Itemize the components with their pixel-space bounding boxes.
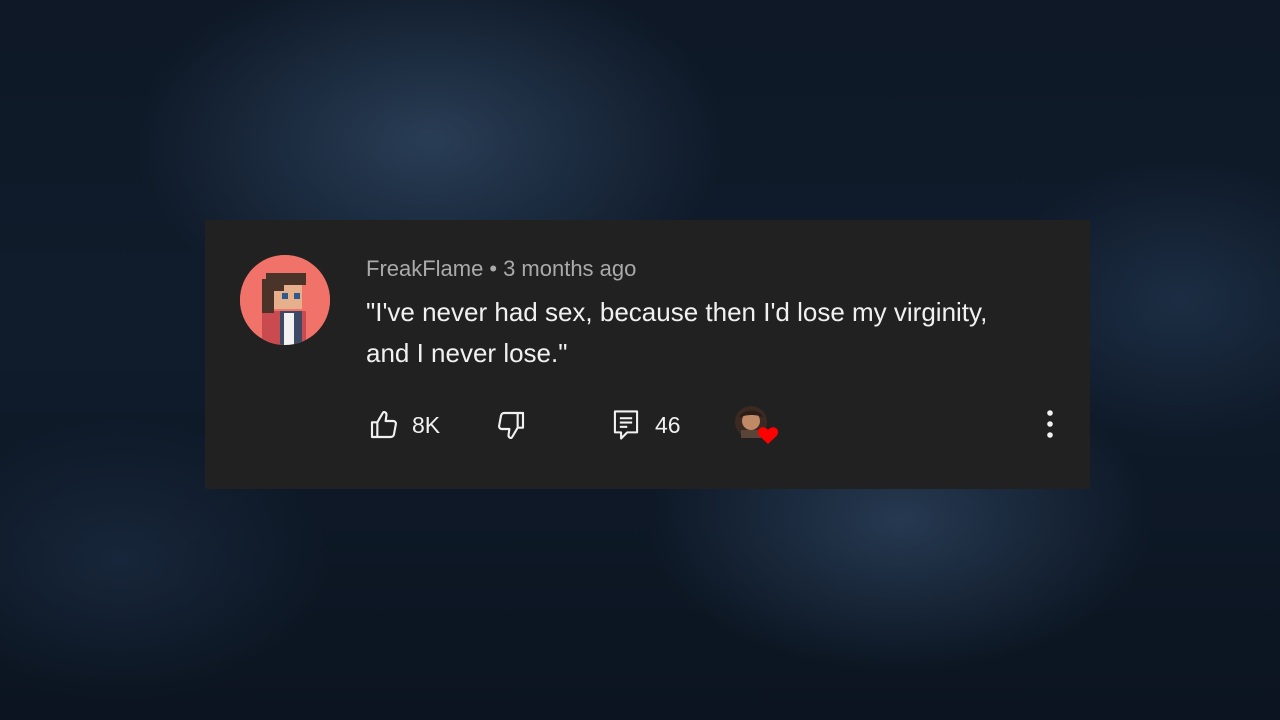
dislike-button[interactable] bbox=[495, 408, 527, 442]
comment-text: "I've never had sex, because then I'd lo… bbox=[366, 292, 1066, 374]
heart-icon bbox=[757, 427, 779, 444]
more-vert-icon bbox=[1047, 410, 1053, 438]
avatar[interactable] bbox=[240, 255, 330, 345]
thumbs-down-icon bbox=[498, 411, 525, 440]
video-frame: { "comment": { "author": "FreakFlame", "… bbox=[0, 0, 1280, 720]
thumbs-up-icon bbox=[370, 410, 397, 439]
like-button[interactable]: 8K bbox=[368, 408, 440, 442]
meta-separator: • bbox=[489, 256, 498, 281]
pixel-avatar-icon bbox=[240, 255, 330, 345]
more-options-button[interactable] bbox=[1038, 406, 1062, 442]
creator-heart-badge[interactable] bbox=[733, 404, 781, 446]
comment-meta: FreakFlame • 3 months ago bbox=[366, 256, 636, 282]
comment-card: FreakFlame • 3 months ago "I've never had … bbox=[205, 220, 1090, 489]
comment-timestamp[interactable]: 3 months ago bbox=[503, 256, 636, 281]
like-count: 8K bbox=[412, 411, 441, 438]
author-name[interactable]: FreakFlame bbox=[366, 256, 483, 281]
comment-icon bbox=[613, 410, 639, 440]
replies-button[interactable]: 46 bbox=[611, 408, 681, 442]
comment-text-line-1: "I've never had sex, because then I'd lo… bbox=[366, 297, 988, 327]
reply-count: 46 bbox=[655, 411, 681, 438]
comment-text-line-2: and I never lose." bbox=[366, 338, 568, 368]
